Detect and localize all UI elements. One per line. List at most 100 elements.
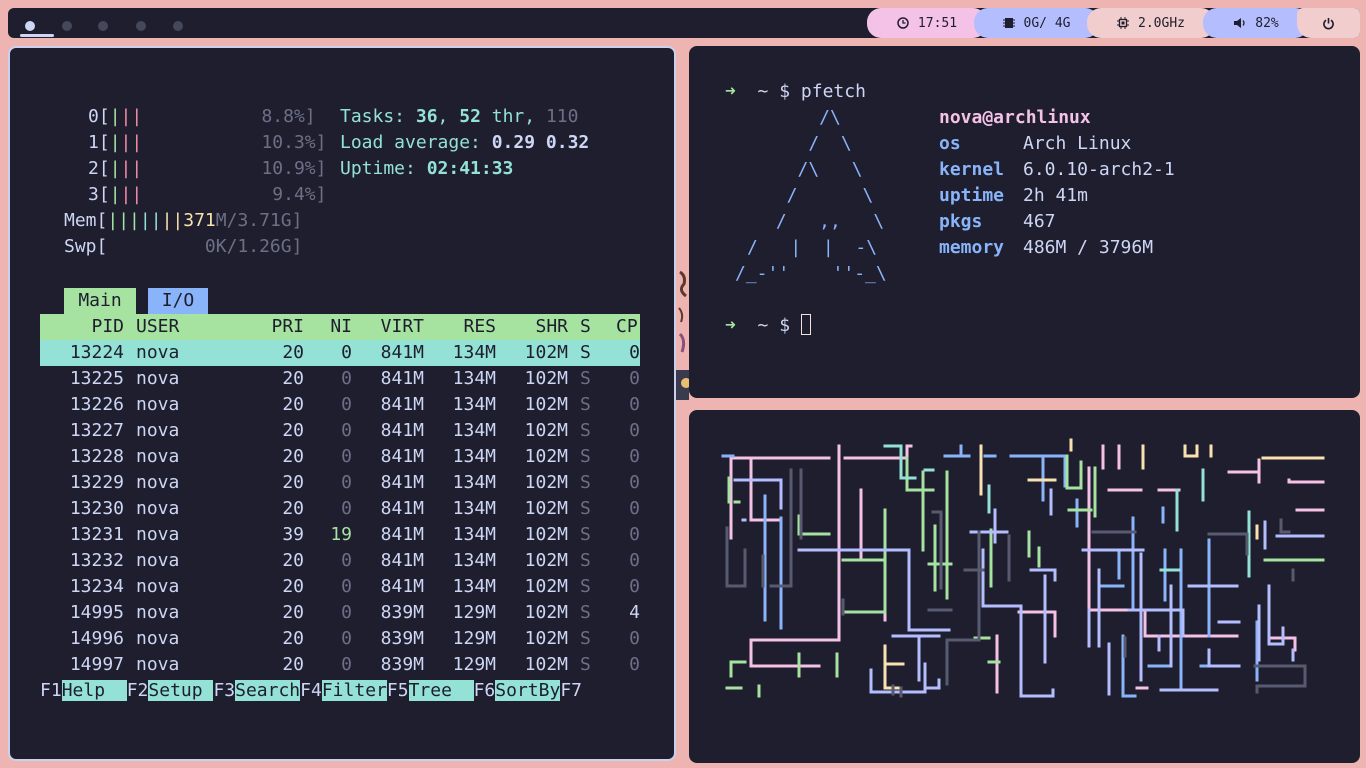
- table-row[interactable]: 13226 nova 20 0 841M 134M 102M S 0: [40, 392, 640, 418]
- table-row[interactable]: 13229 nova 20 0 841M 134M 102M S 0: [40, 470, 640, 496]
- logo-line: /\ \: [765, 159, 863, 180]
- cell-shr: 102M: [524, 628, 568, 649]
- fkey-f1[interactable]: F1Help: [40, 680, 127, 701]
- table-row-selected[interactable]: 13224 nova 20 0 841M 134M 102M S 0: [40, 340, 640, 366]
- fkey-label: Help: [61, 680, 127, 701]
- cell-user: nova: [136, 498, 180, 519]
- cell-s: S: [580, 446, 591, 467]
- prompt-line-2[interactable]: ➜ ~ $: [725, 313, 811, 339]
- logo-line: /_-'' ''-_\: [735, 263, 887, 284]
- fkey-f6[interactable]: F6SortBy: [474, 680, 561, 701]
- info-key: uptime: [939, 185, 1005, 206]
- clock-widget[interactable]: 17:51: [867, 8, 987, 38]
- fkey-key: F6: [473, 680, 496, 701]
- cell-ni: 0: [341, 368, 352, 389]
- cell-cpu: 0: [629, 498, 640, 519]
- header-state[interactable]: S: [580, 314, 591, 340]
- logo-line: / \: [765, 185, 874, 206]
- workspace-4-icon[interactable]: [136, 21, 146, 31]
- fkey-f7[interactable]: F7: [560, 680, 582, 701]
- memory-widget[interactable]: 0G/ 4G: [974, 8, 1099, 38]
- cell-res: 134M: [452, 394, 496, 415]
- cell-user: nova: [136, 420, 180, 441]
- header-cpu[interactable]: CP: [616, 314, 638, 340]
- cell-s: S: [580, 550, 591, 571]
- cell-virt: 841M: [380, 420, 424, 441]
- header-pri[interactable]: PRI: [240, 314, 304, 340]
- header-virt[interactable]: VIRT: [360, 314, 424, 340]
- header-shr[interactable]: SHR: [504, 314, 568, 340]
- load-5: 0.32: [545, 132, 590, 153]
- header-ni[interactable]: NI: [312, 314, 352, 340]
- volume-text: 82%: [1255, 15, 1279, 31]
- fkey-key: F5: [386, 680, 409, 701]
- header-res[interactable]: RES: [432, 314, 496, 340]
- volume-widget[interactable]: 82%: [1203, 8, 1309, 38]
- swap-label: Swp: [64, 236, 97, 257]
- pipes-screensaver-window[interactable]: [689, 410, 1360, 763]
- table-row[interactable]: 13227 nova 20 0 841M 134M 102M S 0: [40, 418, 640, 444]
- table-row[interactable]: 14996 nova 20 0 839M 129M 102M S 0: [40, 626, 640, 652]
- fkey-label: Tree: [408, 680, 474, 701]
- table-row[interactable]: 13231 nova 39 19 841M 134M 102M S 0: [40, 522, 640, 548]
- top-bar: 17:51 0G/ 4G 2.0GHz 82%: [8, 8, 1360, 38]
- cell-pri: 20: [282, 550, 304, 571]
- cell-virt: 839M: [380, 654, 424, 675]
- tab-main[interactable]: Main: [64, 288, 136, 314]
- power-button[interactable]: [1297, 8, 1360, 38]
- info-key: kernel: [939, 159, 1005, 180]
- cell-res: 134M: [452, 368, 496, 389]
- workspace-1-icon[interactable]: [25, 21, 35, 31]
- fkey-f2[interactable]: F2Setup: [127, 680, 214, 701]
- threads-count: 52: [459, 106, 481, 127]
- workspace-3-icon[interactable]: [98, 21, 108, 31]
- table-row[interactable]: 14995 nova 20 0 839M 129M 102M S 4: [40, 600, 640, 626]
- clock-icon: [897, 17, 909, 29]
- cpu-widget[interactable]: 2.0GHz: [1087, 8, 1215, 38]
- table-row[interactable]: 13228 nova 20 0 841M 134M 102M S 0: [40, 444, 640, 470]
- info-key: os: [939, 133, 961, 154]
- header-pid[interactable]: PID: [40, 314, 124, 340]
- cell-res: 134M: [452, 420, 496, 441]
- tasks-count: 36: [415, 106, 438, 127]
- cell-pid: 13229: [69, 472, 124, 493]
- fkey-f3[interactable]: F3Search: [213, 680, 301, 701]
- cell-virt: 839M: [380, 602, 424, 623]
- cell-user: nova: [136, 368, 180, 389]
- cell-ni: 0: [341, 498, 352, 519]
- tab-io[interactable]: I/O: [148, 288, 208, 314]
- uptime-meter: Uptime: 02:41:33: [340, 156, 513, 182]
- workspace-2-icon[interactable]: [62, 21, 72, 31]
- cell-shr: 102M: [524, 420, 568, 441]
- swap-meter: Swp[ 0K/1.26G]: [64, 236, 303, 257]
- tasks-meter: Tasks: 36, 52 thr, 110: [340, 106, 579, 127]
- cpu-value: 9.4%]: [272, 184, 327, 205]
- info-value: Arch Linux: [1023, 133, 1132, 154]
- cell-s: S: [580, 576, 591, 597]
- header-user[interactable]: USER: [136, 314, 179, 340]
- kthreads-count: 110: [545, 106, 579, 127]
- cell-s: S: [580, 602, 591, 623]
- cell-res: 134M: [452, 498, 496, 519]
- cell-s: S: [580, 342, 591, 363]
- fkey-f5[interactable]: F5Tree: [387, 680, 474, 701]
- fkey-f4[interactable]: F4Filter: [300, 680, 387, 701]
- workspace-5-icon[interactable]: [173, 21, 183, 31]
- table-row[interactable]: 13232 nova 20 0 841M 134M 102M S 0: [40, 548, 640, 574]
- cell-pid: 13231: [69, 524, 124, 545]
- info-value: 467: [1023, 211, 1056, 232]
- cell-shr: 102M: [524, 368, 568, 389]
- table-row[interactable]: 13234 nova 20 0 841M 134M 102M S 0: [40, 574, 640, 600]
- table-row[interactable]: 13225 nova 20 0 841M 134M 102M S 0: [40, 366, 640, 392]
- htop-window[interactable]: 0[||| 8.8%] 1[||| 10.3%] 2[||| 10.9%] 3[|||…: [8, 46, 676, 761]
- terminal-window[interactable]: ➜ ~ $ pfetch /\ / \ /\ \ / \ / ,, \ / | |…: [689, 46, 1360, 398]
- cpu-id: 0: [88, 106, 99, 127]
- table-row[interactable]: 13230 nova 20 0 841M 134M 102M S 0: [40, 496, 640, 522]
- cell-virt: 841M: [380, 368, 424, 389]
- cell-s: S: [580, 654, 591, 675]
- memory-chip-icon: [1002, 18, 1015, 28]
- process-table-header[interactable]: PID USER PRI NI VIRT RES SHR S CP: [40, 314, 640, 340]
- table-row[interactable]: 14997 nova 20 0 839M 129M 102M S 0: [40, 652, 640, 678]
- cell-cpu: 0: [629, 550, 640, 571]
- cell-s: S: [580, 420, 591, 441]
